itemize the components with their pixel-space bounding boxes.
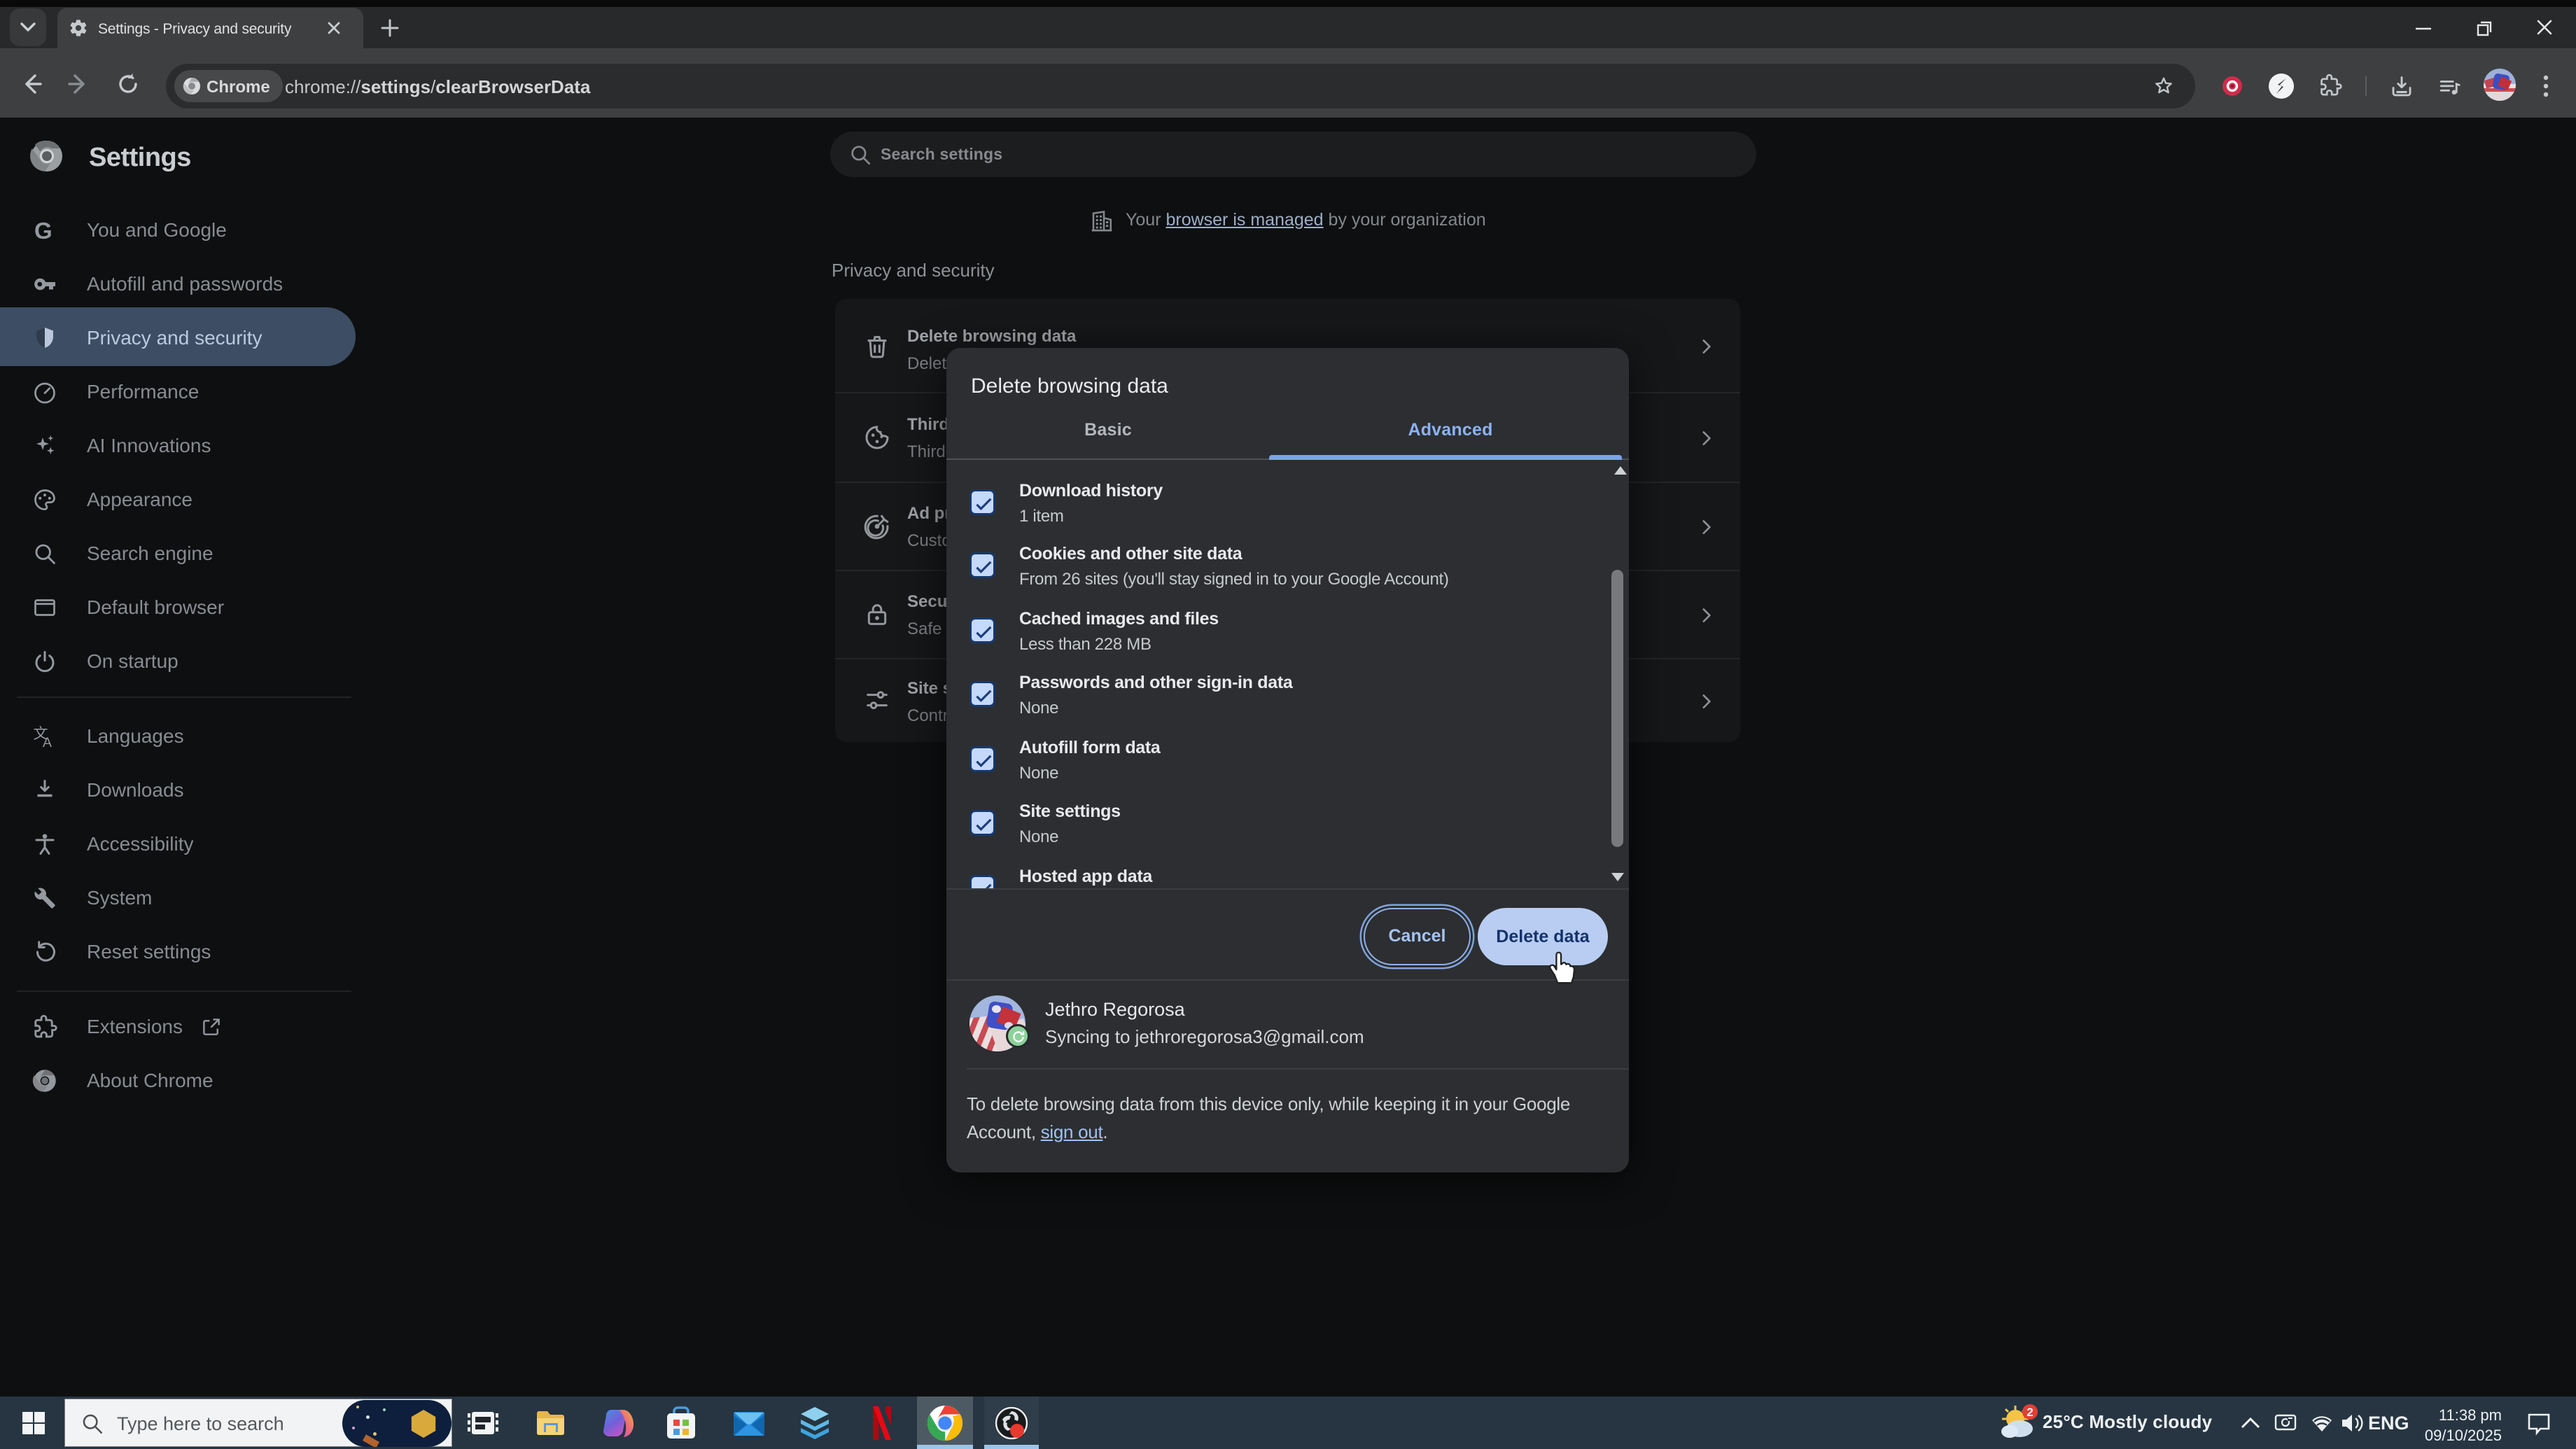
- svg-text:G: G: [34, 218, 52, 243]
- svg-text:2: 2: [2026, 1406, 2033, 1419]
- svg-text:A: A: [43, 735, 52, 749]
